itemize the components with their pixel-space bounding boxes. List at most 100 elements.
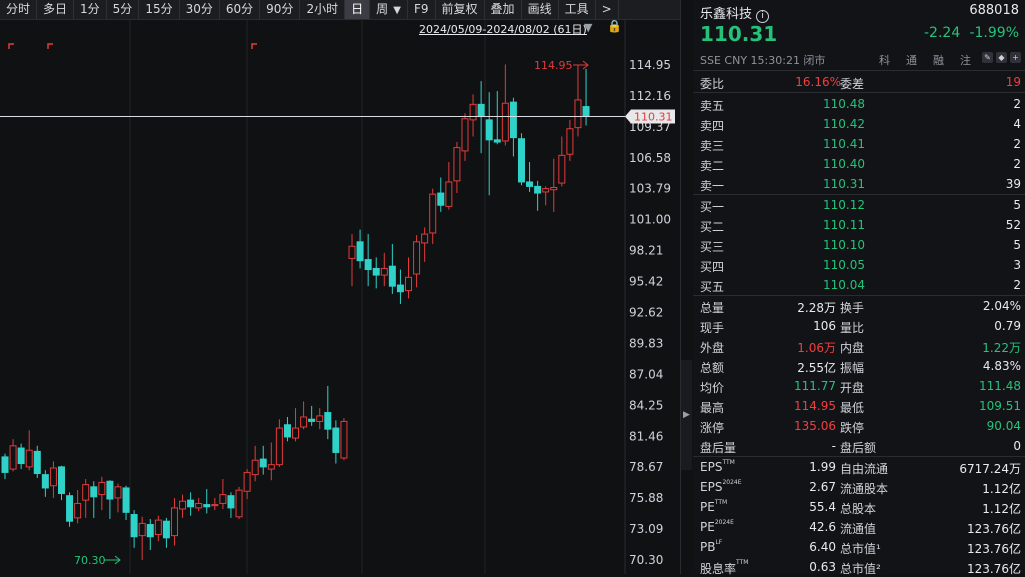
panel-divider	[680, 0, 681, 574]
candle-body	[179, 500, 187, 510]
bid-price: 110.10	[823, 238, 865, 252]
y-tick-label: 89.83	[629, 336, 663, 350]
stat-label: 盘后量	[700, 441, 737, 455]
period-tab-12[interactable]: 前复权	[436, 0, 485, 19]
candle-body	[49, 467, 57, 487]
date-range-dropdown-icon[interactable]: ▼	[584, 21, 592, 34]
stat-label: 均价	[700, 381, 725, 395]
candle-body	[74, 502, 82, 519]
candle-body	[300, 416, 308, 428]
fundamental-label: PETTM	[700, 499, 728, 514]
y-tick-label: 70.30	[629, 553, 663, 567]
candle-body	[421, 233, 429, 244]
candle-body	[195, 502, 203, 509]
bid-level-label: 买五	[700, 280, 725, 294]
candle-body	[292, 427, 300, 439]
y-tick-label: 103.79	[629, 182, 671, 196]
period-tab-9[interactable]: 日	[345, 0, 371, 19]
fundamental-value: 2.67	[809, 480, 836, 494]
collapse-panel-button[interactable]: ▶	[681, 360, 692, 470]
week-dropdown-icon[interactable]: ▼	[390, 5, 401, 16]
candle-body	[308, 418, 316, 422]
stat-value-2: 0.79	[994, 319, 1021, 333]
bid-price: 110.12	[823, 198, 865, 212]
ask-level-label: 卖三	[700, 139, 725, 153]
fundamental-value-2: 1.12亿	[982, 502, 1021, 516]
add-icon[interactable]: +	[1010, 52, 1021, 63]
min-price-label: 70.30	[74, 554, 106, 567]
candle-body	[356, 241, 364, 262]
stat-value-2: 2.04%	[982, 299, 1021, 313]
stat-label: 总量	[700, 301, 725, 315]
period-tab-2[interactable]: 1分	[74, 0, 107, 19]
stat-label: 最高	[700, 401, 725, 415]
stock-name-text: 乐鑫科技	[700, 7, 753, 22]
period-tab-0[interactable]: 分时	[0, 0, 38, 19]
quote-panel: 乐鑫科技 i 688018 110.31 -2.24 -1.99% SSE CN…	[693, 0, 1025, 576]
period-tab-8[interactable]: 2小时	[300, 0, 346, 19]
bell-icon[interactable]: ◆	[996, 52, 1007, 63]
candle-body	[413, 241, 421, 275]
tag-zhu[interactable]: 注	[960, 52, 971, 68]
bid-row: 买五 110.04 2	[693, 275, 1025, 295]
market-meta: SSE CNY 15:30:21 闭市	[700, 54, 826, 67]
period-tab-14[interactable]: 画线	[522, 0, 559, 19]
candle-body	[364, 259, 372, 271]
candle-body	[90, 486, 98, 498]
fundamental-label-sup: TTM	[736, 559, 749, 566]
period-tab-3[interactable]: 5分	[107, 0, 140, 19]
bid-volume: 3	[1013, 258, 1021, 272]
kline-chart[interactable]: 114.95 112.16 109.37 106.58 103.79 101.00 98.2…	[0, 19, 680, 574]
lock-icon[interactable]: 🔒	[607, 19, 622, 33]
tag-rong[interactable]: 融	[933, 52, 944, 68]
period-tab-13[interactable]: 叠加	[485, 0, 522, 19]
stat-label-2: 换手	[840, 301, 865, 315]
period-tab-15[interactable]: 工具	[559, 0, 596, 19]
fundamental-label-text: EPS	[700, 480, 723, 494]
bid-price: 110.11	[823, 218, 865, 232]
period-tab-10[interactable]: 周 ▼	[370, 0, 408, 19]
stat-row: 总量 2.28万 换手 2.04%	[693, 296, 1025, 316]
period-tab-1[interactable]: 多日	[37, 0, 75, 19]
candle-body	[324, 412, 332, 430]
candle-body	[380, 267, 388, 276]
tag-kechuang[interactable]: 科	[879, 52, 890, 68]
ask-level-label: 卖四	[700, 119, 725, 133]
fundamental-label-text: PB	[700, 540, 716, 554]
stat-row: 均价 111.77 开盘 111.48	[693, 376, 1025, 396]
diff-value: 19	[1005, 75, 1021, 89]
fundamental-label-2: 总市值²	[840, 562, 881, 576]
edit-icon[interactable]: ✎	[982, 52, 993, 63]
period-tab-4[interactable]: 15分	[139, 0, 180, 19]
range-corner-mark	[47, 43, 53, 49]
candle-body	[227, 495, 235, 509]
candle-body	[485, 119, 493, 141]
period-tab-16[interactable]: >	[596, 0, 619, 19]
kline-chart-canvas[interactable]: 114.95112.16109.37106.58103.79101.0098.2…	[0, 19, 680, 574]
ask-row: 卖二 110.40 2	[693, 154, 1025, 174]
y-tick-label: 78.67	[629, 460, 663, 474]
fundamental-row: EPS2024E 2.67 流通股本 1.12亿	[693, 477, 1025, 497]
candle-body	[187, 499, 195, 508]
candle-body	[146, 524, 154, 538]
max-price-label: 114.95	[534, 59, 573, 72]
stat-label-2: 振幅	[840, 361, 865, 375]
fundamental-label-text: EPS	[700, 460, 723, 474]
quick-actions: ✎ ◆ +	[982, 52, 1021, 63]
period-tab-11[interactable]: F9	[408, 0, 436, 19]
fundamental-label-sup: TTM	[714, 499, 728, 506]
candle-body	[1, 456, 9, 473]
candle-body	[348, 245, 356, 259]
stat-label: 总额	[700, 361, 725, 375]
price-change-pct: -1.99%	[969, 25, 1019, 41]
period-tab-6[interactable]: 60分	[220, 0, 261, 19]
period-tab-5[interactable]: 30分	[180, 0, 220, 19]
candle-body	[203, 504, 211, 508]
fundamental-row: PE2024E 42.6 流通值 123.76亿	[693, 517, 1025, 537]
current-price-text: 110.31	[634, 110, 673, 123]
period-tab-7[interactable]: 90分	[260, 0, 301, 19]
date-range-selector[interactable]: 2024/05/09-2024/08/02 (61日)	[419, 21, 587, 37]
tag-tong[interactable]: 通	[906, 52, 917, 68]
fundamental-value: 55.4	[809, 500, 836, 514]
candle-body	[66, 495, 74, 522]
